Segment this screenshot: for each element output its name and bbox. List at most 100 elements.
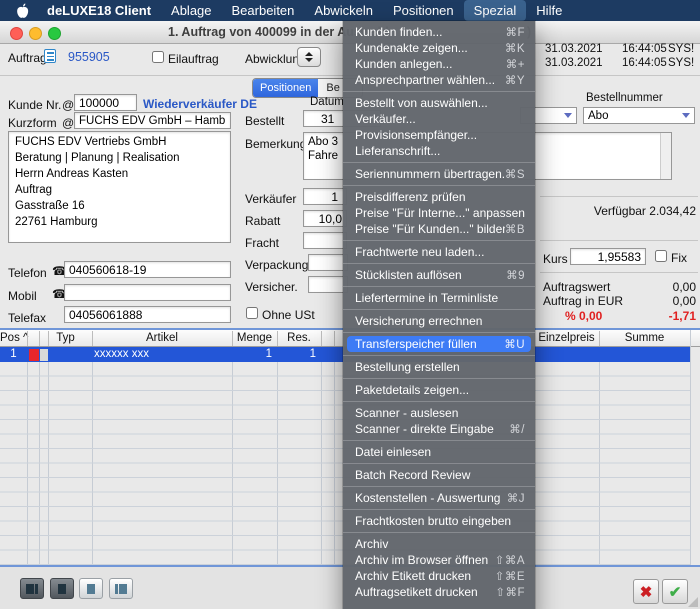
changed-date: 31.03.2021 <box>545 57 603 69</box>
menu-item-provisionsempfaenger[interactable]: Provisionsempfänger... <box>347 127 531 143</box>
menu-item-kunden-anlegen[interactable]: Kunden anlegen...⌘+ <box>347 56 531 72</box>
menu-item-preise-interne[interactable]: Preise "Für Interne..." anpassen <box>347 205 531 221</box>
col-header-einzelpreis[interactable]: Einzelpreis <box>534 332 599 344</box>
versicher-label: Versicher. <box>245 280 298 294</box>
telefax-input[interactable] <box>64 306 231 323</box>
menu-separator <box>343 263 535 264</box>
chevron-down-icon <box>564 113 572 118</box>
first-record-button[interactable] <box>20 578 44 599</box>
versicher-input[interactable] <box>308 276 348 293</box>
menu-item-versicherung[interactable]: Versicherung errechnen <box>347 313 531 329</box>
menu-item-lieferanschrift[interactable]: Lieferanschrift... <box>347 143 531 159</box>
menu-item-kundenakte-zeigen[interactable]: Kundenakte zeigen...⌘K <box>347 40 531 56</box>
menubar-item-abwickeln[interactable]: Abwickeln <box>304 0 383 21</box>
menu-item-ansprechpartner[interactable]: Ansprechpartner wählen...⌘Y <box>347 72 531 88</box>
menu-item-kunden-finden[interactable]: Kunden finden...⌘F <box>347 24 531 40</box>
bestellnummer-value: Abo <box>588 110 608 122</box>
mobil-input[interactable] <box>64 284 231 301</box>
menu-item-bestellt-von[interactable]: Bestellt von auswählen... <box>347 95 531 111</box>
chevron-down-icon <box>682 113 690 118</box>
telefon-input[interactable] <box>64 261 231 278</box>
menu-item-scanner-direkte[interactable]: Scanner - direkte Eingabe⌘/ <box>347 421 531 437</box>
stepper-down-icon <box>305 58 313 62</box>
menubar-item-hilfe[interactable]: Hilfe <box>526 0 572 21</box>
verpackung-input[interactable] <box>308 254 348 271</box>
menu-item-verkaeufer[interactable]: Verkäufer... <box>347 111 531 127</box>
stepper-up-icon <box>305 52 313 56</box>
apple-icon[interactable] <box>8 0 37 21</box>
col-header-res[interactable]: Res. <box>277 332 321 344</box>
kunde-nr-input[interactable] <box>74 94 137 111</box>
kurzform-input[interactable] <box>74 112 231 129</box>
col-header-pos[interactable]: Pos ^ <box>0 332 27 344</box>
menu-item-batch-record[interactable]: Batch Record Review <box>347 467 531 483</box>
menubar-app-name[interactable]: deLUXE18 Client <box>37 0 161 21</box>
menubar-item-positionen[interactable]: Positionen <box>383 0 464 21</box>
eilauftrag-checkbox[interactable] <box>152 51 164 63</box>
menu-item-datei-einlesen[interactable]: Datei einlesen <box>347 444 531 460</box>
menu-item-archiv-browser[interactable]: Archiv im Browser öffnen⇧⌘A <box>347 552 531 568</box>
menu-item-archiv-etikett[interactable]: Archiv Etikett drucken⇧⌘E <box>347 568 531 584</box>
menubar-item-bearbeiten[interactable]: Bearbeiten <box>222 0 305 21</box>
close-window-button[interactable] <box>10 27 23 40</box>
arrow-right-icon <box>119 584 127 594</box>
kurs-input[interactable] <box>570 248 646 265</box>
spezial-menu: Kunden finden...⌘F Kundenakte zeigen...⌘… <box>343 21 535 609</box>
auftrag-number-link[interactable]: 955905 <box>68 50 110 64</box>
verkaeufer-input[interactable] <box>303 188 347 205</box>
menu-separator <box>343 91 535 92</box>
menubar-item-spezial[interactable]: Spezial <box>464 0 527 21</box>
address-textarea[interactable]: FUCHS EDV Vertriebs GmbH Beratung | Plan… <box>8 131 231 243</box>
col-header-artikel[interactable]: Artikel <box>92 332 232 344</box>
changed-time: 16:44:05 <box>622 57 667 69</box>
menu-item-preisdifferenz[interactable]: Preisdifferenz prüfen <box>347 189 531 205</box>
menu-item-seriennummern[interactable]: Seriennummern übertragen...⌘S <box>347 166 531 182</box>
resize-grip[interactable] <box>688 597 698 607</box>
next-record-button[interactable] <box>79 578 103 599</box>
previous-record-button[interactable] <box>50 578 74 599</box>
minimize-window-button[interactable] <box>29 27 42 40</box>
col-header-summe[interactable]: Summe <box>599 332 690 344</box>
menu-item-paketdetails[interactable]: Paketdetails zeigen... <box>347 382 531 398</box>
col-header-menge[interactable]: Menge <box>232 332 277 344</box>
menu-item-auftragsetikett[interactable]: Auftragsetikett drucken⇧⌘F <box>347 584 531 600</box>
tab-positionen[interactable]: Positionen <box>253 79 318 97</box>
menu-item-liefertermine[interactable]: Liefertermine in Terminliste <box>347 290 531 306</box>
kunde-nr-label: Kunde Nr. <box>8 98 61 112</box>
x-icon: ✖ <box>640 583 653 601</box>
cancel-button[interactable]: ✖ <box>633 579 659 604</box>
rabatt-input[interactable] <box>303 210 347 227</box>
rabatt-label: Rabatt <box>245 214 280 228</box>
verkaeufer-label: Verkäufer <box>245 192 296 206</box>
auftrag-eur-value: 0,00 <box>620 294 696 308</box>
fracht-input[interactable] <box>303 232 347 249</box>
check-icon: ✔ <box>669 583 682 601</box>
menubar-item-ablage[interactable]: Ablage <box>161 0 221 21</box>
menu-item-stuecklisten[interactable]: Stücklisten auflösen⌘9 <box>347 267 531 283</box>
ohne-ust-checkbox[interactable] <box>246 307 258 319</box>
menu-item-frachtwerte[interactable]: Frachtwerte neu laden... <box>347 244 531 260</box>
abwicklung-stepper[interactable] <box>297 47 321 67</box>
menu-item-bestellung-erstellen[interactable]: Bestellung erstellen <box>347 359 531 375</box>
diff-value: -1,71 <box>620 309 696 323</box>
deluxe-client-window: deLUXE18 Client Ablage Bearbeiten Abwick… <box>0 0 700 609</box>
confirm-button[interactable]: ✔ <box>662 579 688 604</box>
menu-item-transferspeicher[interactable]: Transferspeicher füllen⌘U <box>347 336 531 352</box>
fix-checkbox[interactable] <box>655 250 667 262</box>
kunde-typ-link[interactable]: Wiederverkäufer DE <box>143 97 257 111</box>
bemerkung-label: Bemerkung <box>245 137 306 151</box>
zoom-window-button[interactable] <box>48 27 61 40</box>
arrow-right-icon <box>87 584 95 594</box>
menu-item-archiv[interactable]: Archiv <box>347 536 531 552</box>
bemerkung-scrollbar[interactable] <box>660 133 671 179</box>
document-icon[interactable] <box>44 49 56 63</box>
menu-item-kostenstellen[interactable]: Kostenstellen - Auswertung⌘J <box>347 490 531 506</box>
bestellnummer-dropdown[interactable]: Abo <box>583 107 695 124</box>
last-record-button[interactable] <box>109 578 133 599</box>
menu-item-frachtkosten[interactable]: Frachtkosten brutto eingeben <box>347 513 531 529</box>
col-header-typ[interactable]: Typ <box>39 332 92 344</box>
right-divider <box>540 272 698 273</box>
menu-item-scanner-auslesen[interactable]: Scanner - auslesen <box>347 405 531 421</box>
menu-item-preise-kunden[interactable]: Preise "Für Kunden..." bilden⌘B <box>347 221 531 237</box>
menu-separator <box>343 378 535 379</box>
